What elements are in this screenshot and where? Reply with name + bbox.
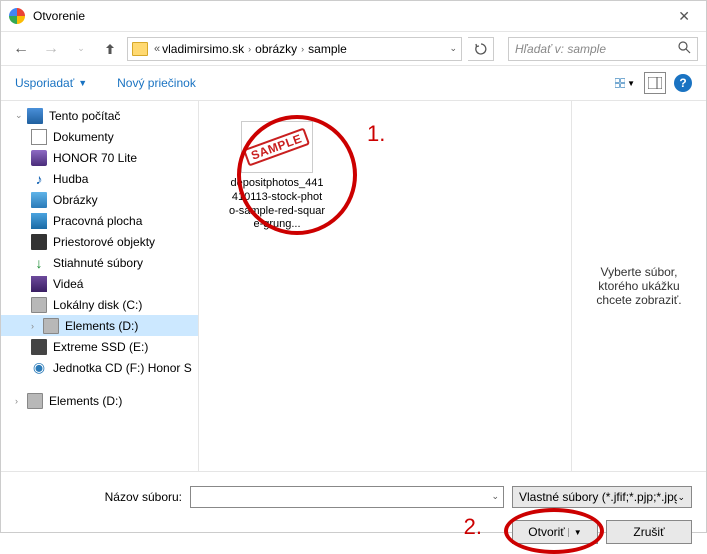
dialog-title: Otvorenie xyxy=(33,9,670,23)
preview-pane: Vyberte súbor, ktorého ukážku chcete zob… xyxy=(571,101,706,471)
filename-label: Názov súboru: xyxy=(15,490,190,504)
chevron-down-icon: ⌄ xyxy=(677,492,685,503)
file-list[interactable]: SAMPLE depositphotos_441410113-stock-pho… xyxy=(199,101,571,471)
tree-item-elements-d[interactable]: ›Elements (D:) xyxy=(1,315,198,336)
main-area: ⌄Tento počítač Dokumenty HONOR 70 Lite ♪… xyxy=(1,101,706,471)
disk-icon xyxy=(43,318,59,334)
search-placeholder: Hľadať v: sample xyxy=(515,42,606,56)
search-icon[interactable] xyxy=(678,41,691,57)
tree-item-local-c[interactable]: Lokálny disk (C:) xyxy=(1,294,198,315)
chevron-down-icon: ▼ xyxy=(78,78,87,88)
annotation-number: 1. xyxy=(367,121,385,147)
file-thumbnail: SAMPLE xyxy=(241,121,313,173)
desktop-icon xyxy=(31,213,47,229)
tree-item-downloads[interactable]: ↓Stiahnuté súbory xyxy=(1,252,198,273)
content-area: SAMPLE depositphotos_441410113-stock-pho… xyxy=(199,101,706,471)
close-icon[interactable]: ✕ xyxy=(670,4,698,29)
app-icon xyxy=(9,8,25,24)
breadcrumb-part[interactable]: obrázky xyxy=(255,42,297,56)
tree-item-documents[interactable]: Dokumenty xyxy=(1,126,198,147)
sample-stamp: SAMPLE xyxy=(243,127,310,166)
tree-item-phone[interactable]: HONOR 70 Lite xyxy=(1,147,198,168)
organize-menu[interactable]: Usporiadať▼ xyxy=(15,76,87,90)
tree-item-extreme-ssd[interactable]: Extreme SSD (E:) xyxy=(1,336,198,357)
video-icon xyxy=(31,276,47,292)
help-button[interactable]: ? xyxy=(674,74,692,92)
folder-icon xyxy=(132,42,148,56)
tree-item-videos[interactable]: Videá xyxy=(1,273,198,294)
back-button[interactable]: ← xyxy=(9,37,33,61)
up-button[interactable] xyxy=(99,38,121,60)
titlebar: Otvorenie ✕ xyxy=(1,1,706,31)
tree-item-pictures[interactable]: Obrázky xyxy=(1,189,198,210)
ssd-icon xyxy=(31,339,47,355)
tree-item-3d-objects[interactable]: Priestorové objekty xyxy=(1,231,198,252)
breadcrumb-part[interactable]: sample xyxy=(308,42,347,56)
tree-item-music[interactable]: ♪Hudba xyxy=(1,168,198,189)
pc-icon xyxy=(27,108,43,124)
chevron-right-icon: › xyxy=(248,44,251,54)
view-mode-button[interactable]: ▼ xyxy=(614,72,636,94)
toolbar: Usporiadať▼ Nový priečinok ▼ ? xyxy=(1,65,706,101)
pictures-icon xyxy=(31,192,47,208)
phone-icon xyxy=(31,150,47,166)
filetype-filter[interactable]: Vlastné súbory (*.jfif;*.pjp;*.jpg; ⌄ xyxy=(512,486,692,508)
tree-item-desktop[interactable]: Pracovná plocha xyxy=(1,210,198,231)
breadcrumb[interactable]: « vladimirsimo.sk › obrázky › sample ⌄ xyxy=(127,37,462,61)
chevron-down-icon[interactable]: ⌄ xyxy=(449,43,457,54)
address-bar: ← → ⌄ « vladimirsimo.sk › obrázky › samp… xyxy=(1,31,706,65)
preview-pane-button[interactable] xyxy=(644,72,666,94)
forward-button: → xyxy=(39,37,63,61)
refresh-button[interactable] xyxy=(468,37,494,61)
chevron-right-icon: › xyxy=(301,44,304,54)
document-icon xyxy=(31,129,47,145)
disk-icon xyxy=(31,297,47,313)
cancel-button[interactable]: Zrušiť xyxy=(606,520,692,544)
chevron-down-icon[interactable]: ▼ xyxy=(568,528,582,537)
objects3d-icon xyxy=(31,234,47,250)
footer: Názov súboru: ⌄ Vlastné súbory (*.jfif;*… xyxy=(1,471,706,554)
filename-input[interactable]: ⌄ xyxy=(190,486,504,508)
history-dropdown[interactable]: ⌄ xyxy=(69,37,93,61)
download-icon: ↓ xyxy=(31,255,47,271)
navigation-tree[interactable]: ⌄Tento počítač Dokumenty HONOR 70 Lite ♪… xyxy=(1,101,199,471)
annotation-number: 2. xyxy=(464,514,482,540)
tree-item-cd-drive[interactable]: ◉Jednotka CD (F:) Honor S xyxy=(1,357,198,378)
open-button[interactable]: Otvoriť▼ xyxy=(512,520,598,544)
chevron-down-icon[interactable]: ⌄ xyxy=(491,491,499,502)
cd-icon: ◉ xyxy=(31,360,47,376)
breadcrumb-part[interactable]: vladimirsimo.sk xyxy=(162,42,244,56)
search-input[interactable]: Hľadať v: sample xyxy=(508,37,698,61)
file-name: depositphotos_441410113-stock-photo-samp… xyxy=(229,177,325,232)
preview-hint: Vyberte súbor, ktorého ukážku chcete zob… xyxy=(582,265,696,307)
file-item[interactable]: SAMPLE depositphotos_441410113-stock-pho… xyxy=(229,121,325,232)
music-icon: ♪ xyxy=(31,171,47,187)
tree-item-this-pc[interactable]: ⌄Tento počítač xyxy=(1,105,198,126)
new-folder-button[interactable]: Nový priečinok xyxy=(117,76,196,90)
tree-item-elements-d-root[interactable]: ›Elements (D:) xyxy=(1,390,198,411)
disk-icon xyxy=(27,393,43,409)
